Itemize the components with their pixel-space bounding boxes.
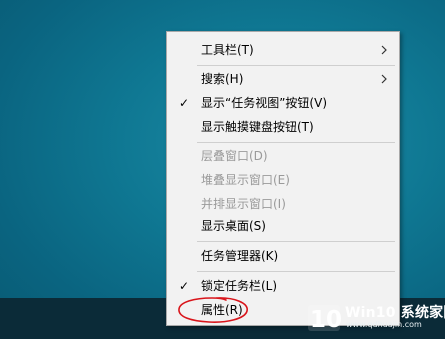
menu-item-show-touch-keyboard-button[interactable]: 显示触摸键盘按钮(T) bbox=[167, 115, 399, 139]
menu-item-task-manager[interactable]: 任务管理器(K) bbox=[167, 244, 399, 268]
win10-logo-icon: 10 bbox=[308, 305, 341, 333]
menu-separator bbox=[197, 65, 395, 66]
chevron-right-icon bbox=[381, 74, 387, 84]
svg-text:10: 10 bbox=[310, 307, 341, 333]
menu-item-label: 工具栏(T) bbox=[201, 43, 254, 57]
menu-item-label: 显示触摸键盘按钮(T) bbox=[201, 120, 314, 134]
annotation-circle-icon bbox=[178, 297, 248, 323]
menu-item-side-by-side-windows: 并排显示窗口(I) bbox=[167, 192, 399, 216]
menu-item-cascade-windows: 层叠窗口(D) bbox=[167, 144, 399, 168]
chevron-right-icon bbox=[381, 45, 387, 55]
menu-item-label: 锁定任务栏(L) bbox=[201, 279, 278, 293]
menu-item-label: 任务管理器(K) bbox=[201, 249, 279, 263]
menu-item-label: 并排显示窗口(I) bbox=[201, 197, 286, 211]
menu-item-label: 层叠窗口(D) bbox=[201, 149, 268, 163]
menu-separator bbox=[197, 241, 395, 242]
menu-item-stack-windows: 堆叠显示窗口(E) bbox=[167, 168, 399, 192]
menu-separator bbox=[197, 271, 395, 272]
menu-item-label: 堆叠显示窗口(E) bbox=[201, 173, 290, 187]
checkmark-icon: ✓ bbox=[179, 279, 190, 293]
watermark-logo: 10 Win10 系统家园 www.qdhuajin.com bbox=[307, 302, 445, 336]
taskbar-context-menu: 工具栏(T) 搜索(H) ✓ 显示“任务视图”按钮(V) 显示触摸键盘按钮(T)… bbox=[166, 31, 400, 326]
menu-item-show-task-view-button[interactable]: ✓ 显示“任务视图”按钮(V) bbox=[167, 91, 399, 115]
watermark-brand: Win10 系统家园 bbox=[345, 305, 445, 321]
checkmark-icon: ✓ bbox=[179, 96, 190, 110]
watermark-url: www.qdhuajin.com bbox=[346, 320, 422, 329]
menu-item-lock-taskbar[interactable]: ✓ 锁定任务栏(L) bbox=[167, 274, 399, 298]
menu-separator bbox=[197, 142, 395, 143]
menu-item-toolbars[interactable]: 工具栏(T) bbox=[167, 38, 399, 62]
menu-item-search[interactable]: 搜索(H) bbox=[167, 67, 399, 91]
menu-item-label: 搜索(H) bbox=[201, 72, 244, 86]
menu-item-label: 显示“任务视图”按钮(V) bbox=[201, 96, 328, 110]
menu-item-show-desktop[interactable]: 显示桌面(S) bbox=[167, 214, 399, 238]
menu-item-label: 显示桌面(S) bbox=[201, 219, 266, 233]
